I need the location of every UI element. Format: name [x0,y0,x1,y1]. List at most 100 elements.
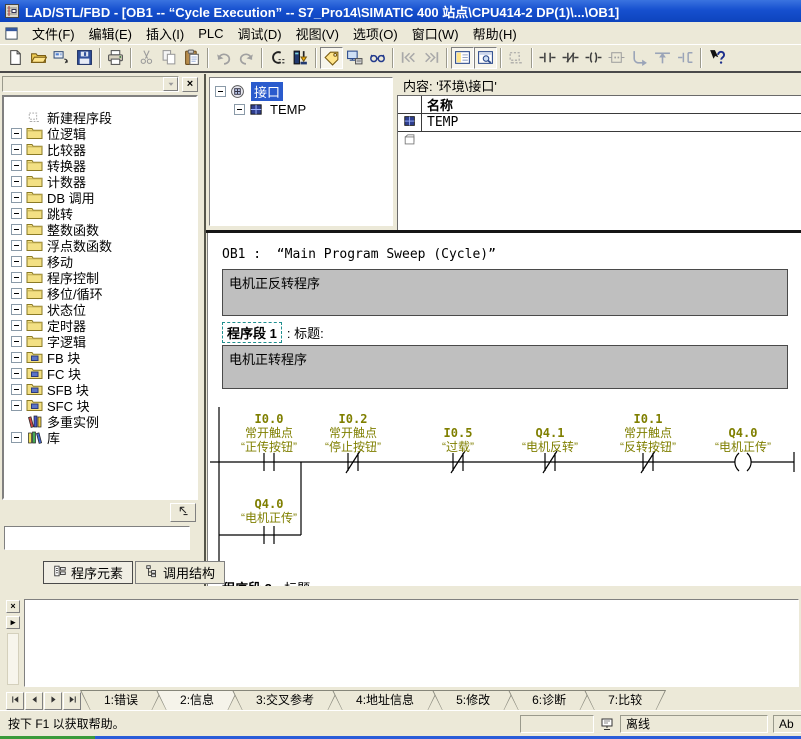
expand-icon[interactable] [11,400,22,411]
vertical-splitter[interactable] [204,74,206,586]
download-button[interactable] [289,47,312,69]
ladder-element-label[interactable]: I0.1 常开触点 “反转按钮” [593,412,703,454]
new-network-button[interactable] [505,47,528,69]
menu-item[interactable]: 文件(F) [25,22,82,45]
expand-output-button[interactable]: ▸ [6,616,20,629]
ladder-element-label[interactable]: I0.2 常开触点 “停止按钮” [298,412,408,454]
last-tab-button[interactable] [63,692,81,710]
expand-icon[interactable] [11,224,22,235]
interface-temp-label[interactable]: TEMP [270,102,306,117]
expand-icon[interactable] [11,384,22,395]
next-network-header[interactable]: 程序段 2 : 标题: [222,578,314,586]
interface-temp-row[interactable]: TEMP [210,100,392,118]
expand-icon[interactable] [11,288,22,299]
interface-root-label[interactable]: 接口 [251,82,283,101]
menu-item[interactable]: 编辑(E) [82,22,139,45]
insert-no-contact-button[interactable] [536,47,559,69]
tab-call-structure[interactable]: 调用结构 [135,561,225,584]
tree-item[interactable]: 新建程序段 [4,109,196,125]
open-button[interactable] [27,47,50,69]
tree-item[interactable]: 转换器 [4,157,196,173]
help-button[interactable] [705,47,728,69]
print-button[interactable] [104,47,127,69]
close-branch-button[interactable] [651,47,674,69]
chevron-down-icon[interactable] [163,77,178,91]
save-button[interactable] [73,47,96,69]
expand-icon[interactable] [11,368,22,379]
insert-nc-contact-button[interactable] [559,47,582,69]
output-tab[interactable]: 6:诊断 [508,690,590,710]
ladder-element-label[interactable]: Q4.1 “电机反转” [495,426,605,454]
tree-item[interactable]: 多重实例 [4,413,196,429]
declaration-name[interactable]: TEMP [422,115,458,130]
copy-button[interactable] [158,47,181,69]
tree-item[interactable]: 跳转 [4,205,196,221]
tree-item[interactable]: 浮点数函数 [4,237,196,253]
ladder-branch-label[interactable]: Q4.0 “电机正传” [214,497,324,525]
expand-icon[interactable] [234,104,245,115]
output-tab[interactable]: 1:错误 [80,690,162,710]
lad-editor[interactable]: OB1 : “Main Program Sweep (Cycle)” 电机正反转… [207,233,801,586]
menu-item[interactable]: 帮助(H) [466,22,524,45]
insert-empty-box-button[interactable] [605,47,628,69]
expand-icon[interactable] [11,432,22,443]
tree-item[interactable]: SFC 块 [4,397,196,413]
expand-icon[interactable] [11,240,22,251]
close-output-button[interactable]: × [6,600,20,613]
next-error-button[interactable] [420,47,443,69]
output-content[interactable] [24,599,799,687]
expand-icon[interactable] [11,256,22,267]
tree-item[interactable]: 位逻辑 [4,125,196,141]
insert-coil-button[interactable] [582,47,605,69]
expand-icon[interactable] [11,336,22,347]
expand-icon[interactable] [11,320,22,331]
block-comment-box[interactable]: 电机正反转程序 [222,269,788,316]
tab-program-elements[interactable]: 程序元素 [43,561,133,584]
network-comment-box[interactable]: 电机正转程序 [222,345,788,389]
output-tab[interactable]: 7:比较 [584,690,666,710]
dock-panel-button[interactable] [170,503,196,522]
menu-item[interactable]: 选项(O) [346,22,405,45]
expand-icon[interactable] [11,208,22,219]
collapse-icon[interactable] [215,86,226,97]
network-label[interactable]: 程序段 1 [222,322,282,343]
menu-item[interactable]: 窗口(W) [405,22,466,45]
symbolic-representation-button[interactable] [320,47,343,69]
new-button[interactable] [4,47,27,69]
tree-item[interactable]: 状态位 [4,301,196,317]
monitor-toggle-button[interactable] [366,47,389,69]
ladder-coil-label[interactable]: Q4.0 “电机正传” [688,426,798,454]
tree-item[interactable]: DB 调用 [4,189,196,205]
tree-item[interactable]: FC 块 [4,365,196,381]
redo-button[interactable] [235,47,258,69]
open-online-button[interactable] [50,47,73,69]
network-title[interactable]: : 标题: [287,323,324,342]
tree-item[interactable]: 移动 [4,253,196,269]
insert-connector-button[interactable] [674,47,697,69]
tree-item[interactable]: 计数器 [4,173,196,189]
detail-view-toggle-button[interactable] [474,47,497,69]
expand-icon[interactable] [11,160,22,171]
next-tab-button[interactable] [44,692,62,710]
overview-toggle-button[interactable] [451,47,474,69]
tree-item[interactable]: 库 [4,429,196,445]
expand-icon[interactable] [11,352,22,363]
first-tab-button[interactable] [6,692,24,710]
insert-row[interactable] [398,132,801,150]
output-tab[interactable]: 4:地址信息 [332,690,438,710]
previous-error-button[interactable] [397,47,420,69]
output-scrollbar[interactable] [7,633,19,685]
program-status-button[interactable] [343,47,366,69]
close-panel-button[interactable]: × [182,77,198,92]
program-elements-combo[interactable] [2,76,179,92]
tree-item[interactable]: FB 块 [4,349,196,365]
output-tab[interactable]: 3:交叉参考 [232,690,338,710]
expand-icon[interactable] [11,144,22,155]
cut-button[interactable] [135,47,158,69]
menu-item[interactable]: 调试(D) [231,22,289,45]
previous-tab-button[interactable] [25,692,43,710]
output-tab[interactable]: 2:信息 [156,690,238,710]
expand-icon[interactable] [11,192,22,203]
menu-item[interactable]: 视图(V) [289,22,346,45]
tree-item[interactable]: 定时器 [4,317,196,333]
